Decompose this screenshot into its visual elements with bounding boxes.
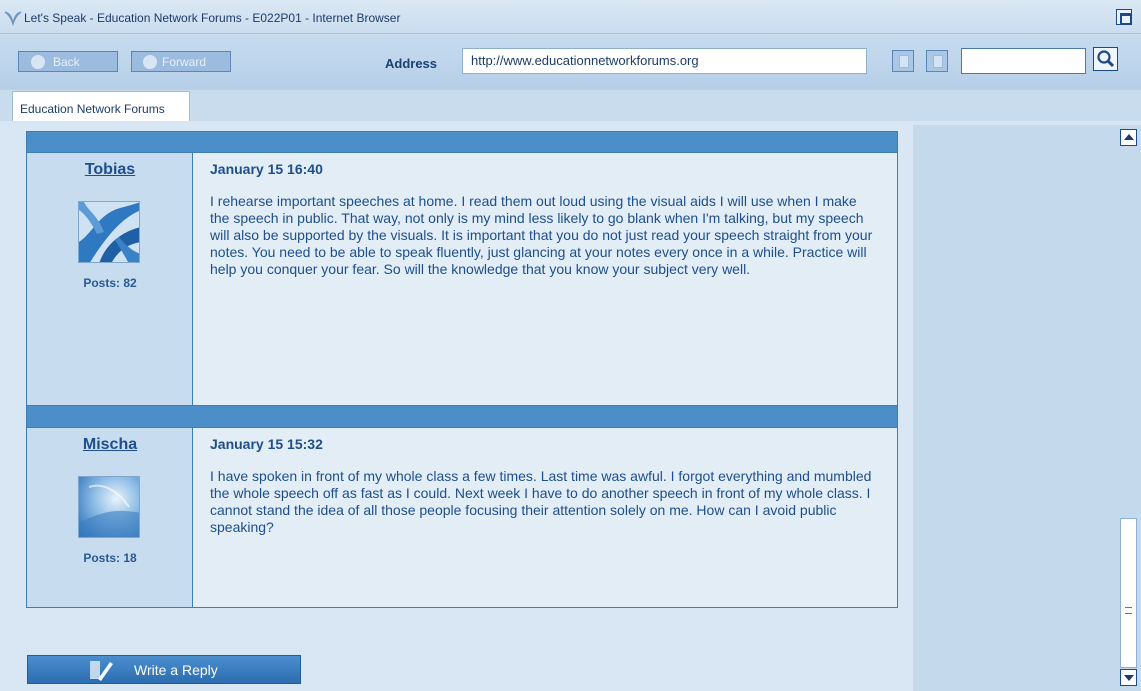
search-input[interactable] [961,48,1086,74]
pen-icon [90,661,113,681]
write-reply-button[interactable]: Write a Reply [27,655,301,684]
forward-arrow-icon [143,55,157,69]
author-panel: Mischa Posts: 18 [27,428,193,607]
maximize-icon[interactable] [1116,9,1132,25]
posts-count: Posts: 18 [83,551,137,565]
avatar [78,476,140,538]
author-name-link[interactable]: Mischa [27,436,193,454]
avatar [78,201,140,263]
forward-button[interactable]: Forward [131,51,231,72]
author-name-link[interactable]: Tobias [27,161,193,179]
toolbar: Back Forward Address http://www.educatio… [0,35,1141,90]
magnifier-icon [1097,50,1115,68]
window-title: Let's Speak - Education Network Forums -… [24,11,401,25]
copy-icon[interactable] [892,50,914,72]
wing-logo-icon [4,11,22,26]
post-separator-bar [26,406,898,428]
post-date: January 15 16:40 [210,161,323,177]
tab-education-network-forums[interactable]: Education Network Forums [12,91,190,122]
post-text: I have spoken in front of my whole class… [210,468,872,535]
post-header-bar [26,131,898,153]
scroll-up-icon[interactable] [1120,129,1137,146]
back-label: Back [53,55,80,69]
posts-count: Posts: 82 [83,276,137,290]
search-button[interactable] [1093,47,1118,71]
forum-thread: Tobias Posts: 82 January 15 16:40 I rehe… [26,131,898,608]
back-button[interactable]: Back [18,51,118,72]
address-input[interactable]: http://www.educationnetworkforums.org [462,48,867,74]
address-label: Address [385,56,438,71]
post-message: January 15 16:40 I rehearse important sp… [210,161,880,278]
post-message: January 15 15:32 I have spoken in front … [210,436,880,536]
right-panel [913,125,1117,691]
forum-post: Tobias Posts: 82 January 15 16:40 I rehe… [26,153,898,406]
tab-label: Education Network Forums [20,102,165,116]
scrollbar-thumb[interactable] [1120,518,1137,668]
post-text: I rehearse important speeches at home. I… [210,193,873,277]
author-panel: Tobias Posts: 82 [27,153,193,405]
forward-label: Forward [162,55,207,69]
back-arrow-icon [31,55,45,69]
vertical-scrollbar[interactable] [1117,125,1141,691]
forum-post: Mischa Posts: 18 January 15 15:32 I have… [26,428,898,608]
post-date: January 15 15:32 [210,436,323,452]
scroll-down-icon[interactable] [1120,669,1137,686]
title-bar: Let's Speak - Education Network Forums -… [0,0,1141,34]
paste-icon[interactable] [926,50,948,72]
write-reply-label: Write a Reply [134,662,218,678]
